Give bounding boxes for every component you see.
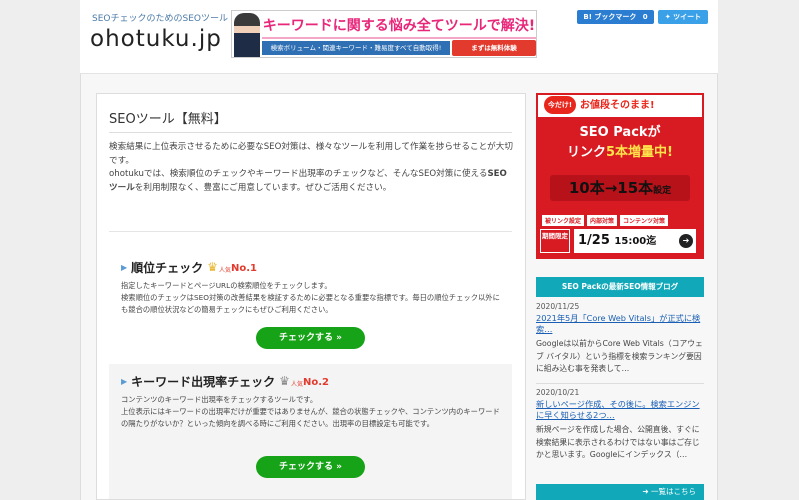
popularity-badge: ♛ 人気 No.2 [279,374,329,388]
gold-crown-icon: ♛ [207,260,218,274]
page-title: SEOツール【無料】 [109,112,227,127]
circle-arrow-icon: ➜ [642,487,649,496]
ad-tags: 被リンク設定 内部対策 コンテンツ対策 [542,215,669,226]
site-tagline: SEOチェックのためのSEOツール [92,14,228,24]
banner-cta-button[interactable]: まずは無料体験 [452,40,536,56]
tool-description: コンテンツのキーワード出現率をチェックするツールです。 上位表示にはキーワードの… [121,395,500,428]
ad-tag: 被リンク設定 [542,215,585,226]
ad-link-count: 10本→15本設定 [568,179,672,197]
ad-tag: コンテンツ対策 [620,215,669,226]
header-ad-banner[interactable]: キーワードに関する悩み全てツールで解決! 検索ボリューム・関連キーワード・難易度… [231,10,537,58]
intro-paragraph-2: ohotukuでは、検索順位のチェックやキーワード出現率のチェックなど、そんなS… [109,169,507,193]
tool-keyword-density-check: ▶ キーワード出現率チェック ♛ 人気 No.2 コンテンツのキーワード出現率を… [109,364,512,499]
ad-deadline: 1/25 15:00迄 ➔ [574,229,696,253]
post-title-link[interactable]: 2021年5月「Core Web Vitals」が正式に検索… [536,313,704,335]
tool-heading: ▶ キーワード出現率チェック ♛ 人気 No.2 [121,370,500,392]
site-logo[interactable]: ohotuku.jp [90,26,222,52]
section-divider [109,231,512,232]
blog-post: 2020/11/25 2021年5月「Core Web Vitals」が正式に検… [536,302,704,376]
post-divider [536,383,704,384]
hatena-count: 0 [642,13,648,21]
ad-headline: SEO Packが リンク5本増量中! [567,125,673,160]
blog-section-header: SEO Packの最新SEO情報ブログ [536,277,704,297]
tool-name[interactable]: 順位チェック [131,259,203,276]
tool-heading: ▶ 順位チェック ♛ 人気 No.1 [121,256,500,278]
banner-title: キーワードに関する悩み全てツールで解決! [262,13,536,39]
post-excerpt: 新規ページを作成した場合、公開直後、すぐに検索結果に表示されるわけではない事はご… [536,425,700,459]
tool-description: 指定したキーワードとページURLの検索順位をチェックします。 検索順位のチェック… [121,281,500,314]
ad-limited-label: 期間限定 [540,229,570,253]
ad-tag: 内部対策 [587,215,618,226]
bullet-arrow-icon: ▶ [121,376,128,386]
blog-post: 2020/10/21 新しいページ作成、その後に。検索エンジンに早く知らせる2つ… [536,388,704,462]
banner-subtitle: 検索ボリューム・関連キーワード・難易度すべて自動取得! [262,41,450,55]
tweet-button[interactable]: ✦ ツイート [658,10,708,24]
intro-paragraph-1: 検索結果に上位表示させるために必要なSEO対策は、様々なツールを利用して作業を捗… [109,142,513,166]
popularity-badge: ♛ 人気 No.1 [207,260,257,274]
tweet-label: ツイート [673,13,702,21]
tool-rank-check: ▶ 順位チェック ♛ 人気 No.1 指定したキーワードとページURLの検索順位… [109,250,512,354]
post-title-link[interactable]: 新しいページ作成、その後に。検索エンジンに早く知らせる2つ… [536,399,704,421]
twitter-bird-icon: ✦ [664,13,671,21]
title-divider [109,132,512,133]
post-date: 2020/10/21 [536,388,580,397]
intro-text: 検索結果に上位表示させるために必要なSEO対策は、様々なツールを利用して作業を捗… [109,141,513,195]
main-content: SEOツール【無料】 検索結果に上位表示させるために必要なSEO対策は、様々なツ… [96,93,526,500]
ad-deal-text: お値段そのまま! [580,100,655,111]
silver-crown-icon: ♛ [279,374,290,388]
blog-more-button[interactable]: ➜ 一覧はこちら [536,484,704,500]
hatena-bookmark-button[interactable]: B! ブックマーク 0 [577,10,654,24]
banner-person-image [234,13,260,57]
bullet-arrow-icon: ▶ [121,262,128,272]
arrow-right-icon: ➔ [679,234,693,248]
hatena-label: B! ブックマーク [583,13,637,21]
tool-name[interactable]: キーワード出現率チェック [131,373,275,390]
seo-pack-ad[interactable]: 今だけ! お値段そのまま! SEO Packが リンク5本増量中! 10本→15… [536,93,704,259]
keyword-check-button[interactable]: チェックする » [256,456,365,478]
ad-badge: 今だけ! [544,96,576,114]
post-date: 2020/11/25 [536,302,580,311]
post-excerpt: Googleは以前からCore Web Vitals（コアウェブ バイタル）とい… [536,339,703,373]
rank-check-button[interactable]: チェックする » [256,327,365,349]
